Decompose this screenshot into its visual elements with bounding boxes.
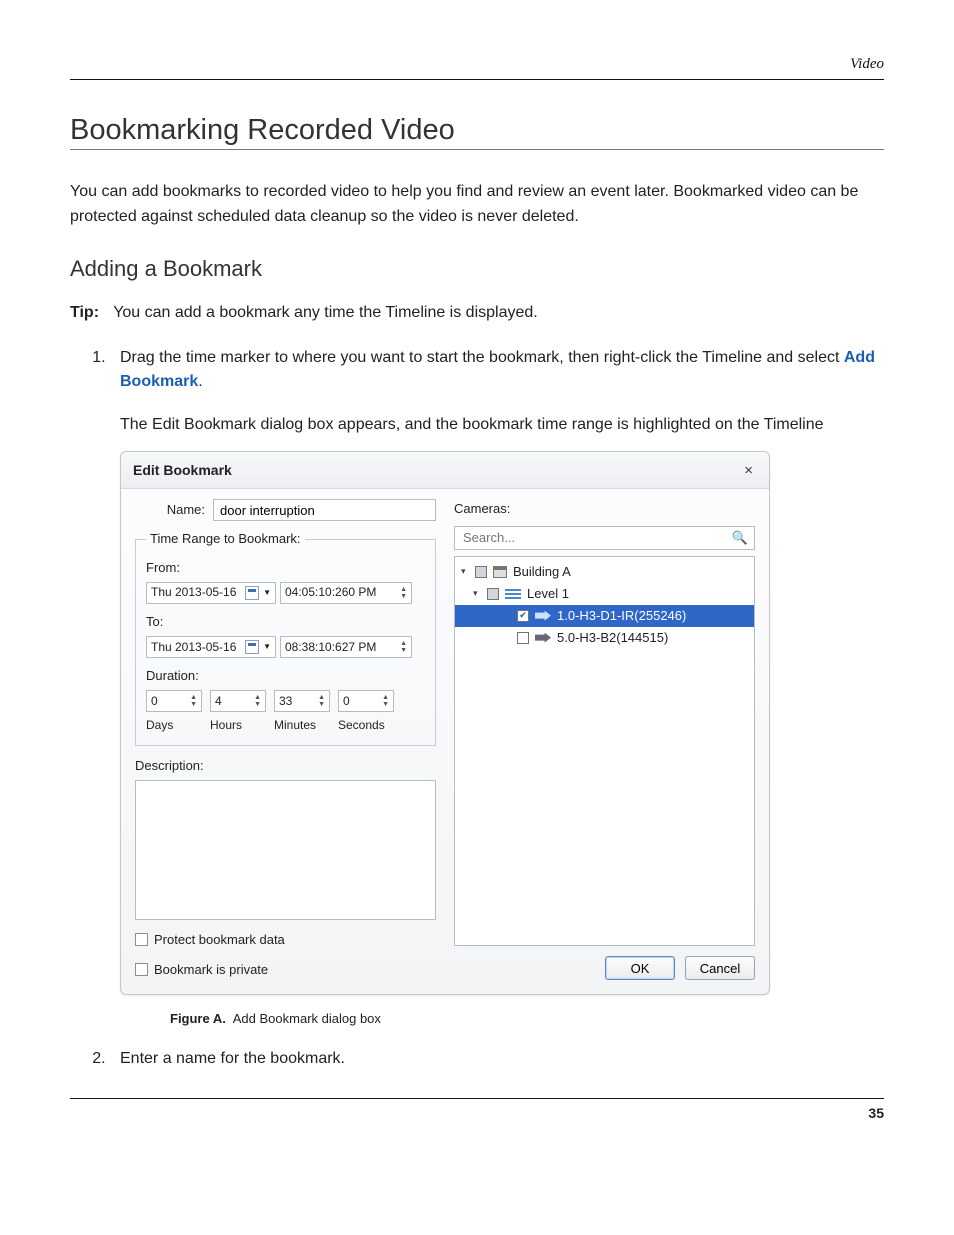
tip-text: You can add a bookmark any time the Time… bbox=[113, 304, 538, 321]
step-1-text-b: . bbox=[198, 373, 202, 390]
chevron-down-icon: ▼ bbox=[263, 641, 271, 653]
hours-unit-label: Hours bbox=[210, 716, 266, 735]
seconds-value: 0 bbox=[343, 692, 350, 711]
chevron-down-icon: ▼ bbox=[263, 587, 271, 599]
to-date-picker[interactable]: Thu 2013-05-16 ▼ bbox=[146, 636, 276, 658]
protect-checkbox[interactable] bbox=[135, 933, 148, 946]
days-spinner[interactable]: 0 ▲▼ bbox=[146, 690, 202, 712]
camera-tree[interactable]: ▾ Building A ▾ Level 1 bbox=[454, 556, 755, 946]
close-icon[interactable]: × bbox=[740, 459, 757, 482]
camera-label: 1.0-H3-D1-IR(255246) bbox=[557, 606, 686, 626]
site-label: Building A bbox=[513, 562, 571, 582]
step-1-followup: The Edit Bookmark dialog box appears, an… bbox=[120, 413, 884, 437]
section-title: Bookmarking Recorded Video bbox=[70, 114, 884, 150]
camera-search[interactable]: 🔍 bbox=[454, 526, 755, 550]
tree-camera-row-selected[interactable]: 1.0-H3-D1-IR(255246) bbox=[455, 605, 754, 627]
hours-spinner[interactable]: 4 ▲▼ bbox=[210, 690, 266, 712]
dialog-titlebar: Edit Bookmark × bbox=[121, 452, 769, 489]
spinner-buttons[interactable]: ▲▼ bbox=[400, 640, 407, 654]
figure-label: Figure A. bbox=[170, 1011, 226, 1026]
subheading-adding-bookmark: Adding a Bookmark bbox=[70, 256, 884, 282]
intro-paragraph: You can add bookmarks to recorded video … bbox=[70, 180, 884, 230]
from-date-picker[interactable]: Thu 2013-05-16 ▼ bbox=[146, 582, 276, 604]
tree-camera-row[interactable]: 5.0-H3-B2(144515) bbox=[455, 627, 754, 649]
to-date-value: Thu 2013-05-16 bbox=[151, 638, 236, 657]
minutes-unit-label: Minutes bbox=[274, 716, 330, 735]
private-checkbox[interactable] bbox=[135, 963, 148, 976]
spinner-buttons[interactable]: ▲▼ bbox=[400, 586, 407, 600]
step-2: Enter a name for the bookmark. bbox=[110, 1047, 884, 1072]
figure-caption-text: Add Bookmark dialog box bbox=[233, 1011, 381, 1026]
days-value: 0 bbox=[151, 692, 158, 711]
days-unit-label: Days bbox=[146, 716, 202, 735]
description-textarea[interactable] bbox=[135, 780, 436, 920]
step-1-text-a: Drag the time marker to where you want t… bbox=[120, 349, 844, 366]
edit-bookmark-dialog: Edit Bookmark × Name: Time Range to Book… bbox=[120, 451, 770, 995]
to-time-spinner[interactable]: 08:38:10:627 PM ▲▼ bbox=[280, 636, 412, 658]
spinner-buttons[interactable]: ▲▼ bbox=[318, 694, 325, 708]
time-range-group: Time Range to Bookmark: From: Thu 2013-0… bbox=[135, 529, 436, 745]
tree-site-row[interactable]: ▾ Building A bbox=[455, 561, 754, 583]
minutes-value: 33 bbox=[279, 692, 292, 711]
minutes-spinner[interactable]: 33 ▲▼ bbox=[274, 690, 330, 712]
expand-icon[interactable]: ▾ bbox=[473, 587, 481, 601]
page-number: 35 bbox=[868, 1105, 884, 1121]
figure-a: Edit Bookmark × Name: Time Range to Book… bbox=[120, 451, 884, 995]
camera-checkbox[interactable] bbox=[517, 610, 529, 622]
time-range-legend: Time Range to Bookmark: bbox=[146, 529, 305, 549]
site-checkbox[interactable] bbox=[475, 566, 487, 578]
seconds-spinner[interactable]: 0 ▲▼ bbox=[338, 690, 394, 712]
duration-label: Duration: bbox=[146, 666, 425, 686]
expand-icon[interactable]: ▾ bbox=[461, 565, 469, 579]
header-crumb: Video bbox=[70, 56, 884, 73]
to-time-value: 08:38:10:627 PM bbox=[285, 638, 376, 657]
from-time-value: 04:05:10:260 PM bbox=[285, 583, 376, 602]
hours-value: 4 bbox=[215, 692, 222, 711]
tip-label: Tip: bbox=[70, 304, 99, 321]
level-icon bbox=[505, 589, 521, 599]
description-label: Description: bbox=[135, 756, 436, 776]
dialog-title: Edit Bookmark bbox=[133, 460, 232, 482]
tip-line: Tip: You can add a bookmark any time the… bbox=[70, 304, 884, 322]
name-label: Name: bbox=[135, 500, 213, 520]
level-checkbox[interactable] bbox=[487, 588, 499, 600]
building-icon bbox=[493, 566, 507, 578]
cameras-label: Cameras: bbox=[454, 499, 755, 519]
camera-icon bbox=[535, 633, 551, 643]
search-icon: 🔍 bbox=[732, 528, 748, 548]
figure-caption: Figure A. Add Bookmark dialog box bbox=[170, 1009, 884, 1029]
ok-button[interactable]: OK bbox=[605, 956, 675, 980]
level-label: Level 1 bbox=[527, 584, 569, 604]
spinner-buttons[interactable]: ▲▼ bbox=[254, 694, 261, 708]
search-input[interactable] bbox=[461, 529, 732, 546]
from-date-value: Thu 2013-05-16 bbox=[151, 583, 236, 602]
cancel-button[interactable]: Cancel bbox=[685, 956, 755, 980]
to-label: To: bbox=[146, 612, 425, 632]
from-label: From: bbox=[146, 558, 425, 578]
from-time-spinner[interactable]: 04:05:10:260 PM ▲▼ bbox=[280, 582, 412, 604]
camera-label: 5.0-H3-B2(144515) bbox=[557, 628, 668, 648]
calendar-icon bbox=[245, 586, 259, 600]
spinner-buttons[interactable]: ▲▼ bbox=[382, 694, 389, 708]
calendar-icon bbox=[245, 640, 259, 654]
spinner-buttons[interactable]: ▲▼ bbox=[190, 694, 197, 708]
name-input[interactable] bbox=[213, 499, 436, 521]
step-1: Drag the time marker to where you want t… bbox=[110, 346, 884, 1030]
camera-checkbox[interactable] bbox=[517, 632, 529, 644]
protect-label: Protect bookmark data bbox=[154, 930, 285, 950]
page-footer: 35 bbox=[70, 1098, 884, 1121]
page-header: Video bbox=[70, 56, 884, 80]
seconds-unit-label: Seconds bbox=[338, 716, 394, 735]
camera-icon bbox=[535, 611, 551, 621]
private-label: Bookmark is private bbox=[154, 960, 268, 980]
tree-level-row[interactable]: ▾ Level 1 bbox=[455, 583, 754, 605]
